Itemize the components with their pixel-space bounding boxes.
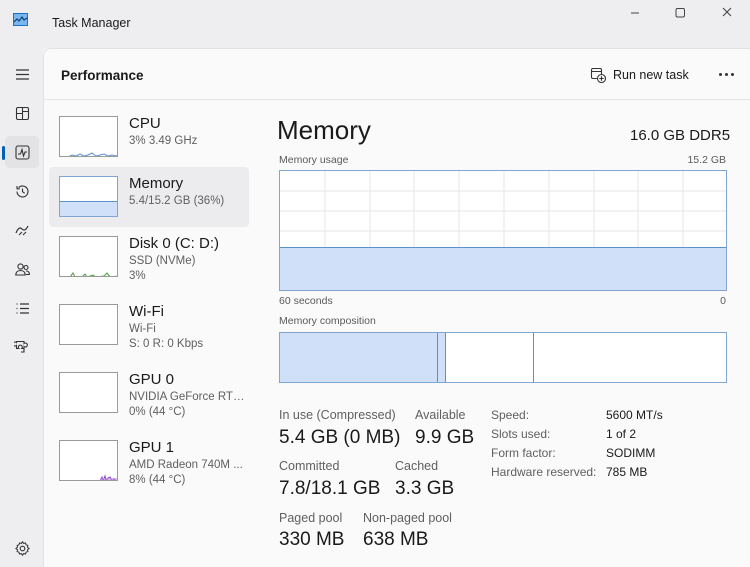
device-item-gpu1[interactable]: GPU 1 AMD Radeon 740M ... 8% (44 °C) <box>49 431 249 491</box>
paged-pool-value: 330 MB <box>279 529 345 550</box>
composition-modified <box>438 333 446 382</box>
memory-usage-fill <box>280 247 726 290</box>
performance-icon <box>14 144 30 160</box>
device-detail-secondary: 3% <box>129 270 146 282</box>
memory-spec: 16.0 GB DDR5 <box>630 127 731 144</box>
device-detail: AMD Radeon 740M ... <box>129 459 243 471</box>
device-item-gpu0[interactable]: GPU 0 NVIDIA GeForce RTX... 0% (44 °C) <box>49 363 249 423</box>
composition-in-use <box>280 333 438 382</box>
composition-label: Memory composition <box>279 315 376 327</box>
non-paged-pool-label: Non-paged pool <box>363 511 452 525</box>
device-name: Memory <box>129 175 184 192</box>
task-manager-logo-icon <box>13 13 28 26</box>
device-detail: Wi-Fi <box>129 323 156 335</box>
cached-value: 3.3 GB <box>395 478 455 499</box>
hardware-reserved-value: 785 MB <box>606 465 648 479</box>
device-item-disk[interactable]: Disk 0 (C: D:) SSD (NVMe) 3% <box>49 227 249 287</box>
time-axis-start: 60 seconds <box>279 295 333 307</box>
gear-icon <box>14 540 30 556</box>
committed-label: Committed <box>279 459 340 473</box>
menu-icon <box>15 68 29 80</box>
minimize-icon[interactable] <box>625 5 645 21</box>
composition-free <box>534 333 726 382</box>
nav-item-users[interactable] <box>5 253 39 285</box>
close-icon[interactable] <box>717 5 737 21</box>
speed-value: 5600 MT/s <box>606 408 663 422</box>
committed-value: 7.8/18.1 GB <box>279 478 381 499</box>
slots-used-key: Slots used: <box>491 427 551 441</box>
run-new-task-icon <box>590 67 606 83</box>
title-bar: Task Manager <box>0 0 750 48</box>
device-name: Disk 0 (C: D:) <box>129 235 219 252</box>
memory-usage-graph <box>279 170 727 291</box>
form-factor-key: Form factor: <box>491 446 556 460</box>
device-detail: 3% 3.49 GHz <box>129 135 198 147</box>
gpu1-thumbnail-graph <box>59 440 118 481</box>
usage-graph-max: 15.2 GB <box>687 154 726 166</box>
available-label: Available <box>415 408 466 422</box>
slots-used-value: 1 of 2 <box>606 427 637 441</box>
detail-title: Memory <box>277 115 371 145</box>
wifi-thumbnail-graph <box>59 304 118 345</box>
disk-thumbnail-graph <box>59 236 118 277</box>
gpu0-thumbnail-graph <box>59 372 118 413</box>
device-name: Wi-Fi <box>129 303 164 320</box>
device-detail-secondary: 0% (44 °C) <box>129 406 186 418</box>
usage-graph-label: Memory usage <box>279 154 349 166</box>
performance-panel: Performance Run new task CPU 3% 3.49 GHz… <box>43 48 750 567</box>
device-detail: 5.4/15.2 GB (36%) <box>129 195 225 207</box>
available-value: 9.9 GB <box>415 427 475 448</box>
time-axis-end: 0 <box>720 295 726 307</box>
more-options-button[interactable] <box>714 63 738 85</box>
device-item-wifi[interactable]: Wi-Fi Wi-Fi S: 0 R: 0 Kbps <box>49 295 249 355</box>
cpu-thumbnail-graph <box>59 116 118 157</box>
users-icon <box>14 262 30 276</box>
details-icon <box>16 302 29 314</box>
device-item-cpu[interactable]: CPU 3% 3.49 GHz <box>49 107 249 167</box>
nav-item-services[interactable] <box>5 331 39 363</box>
device-item-memory[interactable]: Memory 5.4/15.2 GB (36%) <box>49 167 249 227</box>
in-use-label: In use (Compressed) <box>279 408 396 422</box>
device-detail-secondary: 8% (44 °C) <box>129 474 186 486</box>
nav-menu-button[interactable] <box>5 58 39 90</box>
composition-standby <box>446 333 534 382</box>
paged-pool-label: Paged pool <box>279 511 343 525</box>
device-name: GPU 0 <box>129 371 175 388</box>
memory-composition-bar <box>279 332 727 383</box>
services-icon <box>13 340 28 353</box>
non-paged-pool-value: 638 MB <box>363 529 429 550</box>
panel-header: Performance Run new task <box>44 49 750 100</box>
hardware-reserved-key: Hardware reserved: <box>491 465 597 479</box>
cached-label: Cached <box>395 459 439 473</box>
startup-icon <box>14 225 29 235</box>
form-factor-value: SODIMM <box>606 446 656 460</box>
device-name: GPU 1 <box>129 439 175 456</box>
page-title: Performance <box>61 68 144 83</box>
navigation-rail <box>0 48 43 567</box>
memory-thumbnail-graph <box>59 176 118 217</box>
processes-icon <box>15 106 29 120</box>
run-new-task-button[interactable]: Run new task <box>590 63 689 87</box>
device-detail: NVIDIA GeForce RTX... <box>129 391 247 403</box>
nav-item-settings[interactable] <box>5 532 39 564</box>
nav-item-details[interactable] <box>5 292 39 324</box>
nav-item-processes[interactable] <box>5 97 39 129</box>
nav-item-performance[interactable] <box>2 136 39 168</box>
device-detail-secondary: S: 0 R: 0 Kbps <box>129 338 204 350</box>
device-detail: SSD (NVMe) <box>129 255 196 267</box>
in-use-value: 5.4 GB (0 MB) <box>279 427 401 448</box>
nav-item-app-history[interactable] <box>5 175 39 207</box>
run-new-task-label: Run new task <box>613 68 689 82</box>
history-icon <box>15 184 29 197</box>
maximize-icon[interactable] <box>670 5 690 21</box>
window-title: Task Manager <box>52 16 131 30</box>
device-name: CPU <box>129 115 161 132</box>
speed-key: Speed: <box>491 408 530 422</box>
nav-item-startup-apps[interactable] <box>5 214 39 246</box>
